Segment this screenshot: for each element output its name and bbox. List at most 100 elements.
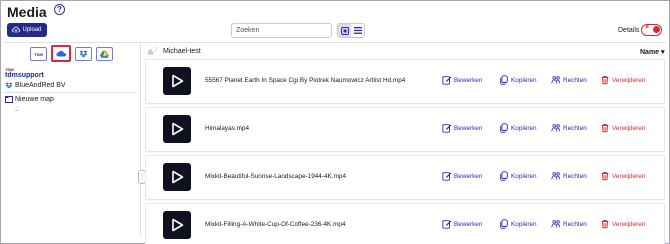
upload-label: Upload (22, 27, 42, 33)
edit-button[interactable]: Bewerken (442, 75, 482, 85)
account-node[interactable]: TDM tdmsupport (5, 67, 44, 79)
storage-providers: TDM (30, 45, 113, 62)
play-icon (171, 218, 183, 232)
delete-button[interactable]: Verwijderen (600, 171, 645, 181)
tdm-logo-icon: TDM (34, 51, 43, 57)
provider-google-drive[interactable] (96, 47, 113, 61)
video-thumbnail[interactable] (163, 163, 191, 191)
google-drive-icon (100, 50, 109, 58)
account-name: tdmsupport (5, 72, 44, 79)
page-title: Media (7, 4, 47, 20)
provider-onedrive[interactable] (51, 45, 71, 62)
file-row[interactable]: Mixkit-Beautiful-Sunrise-Landscape-1944-… (145, 155, 665, 200)
delete-label: Verwijderen (612, 76, 646, 84)
rights-button[interactable]: Rechten (551, 75, 587, 85)
file-list: 55567 Planet Earth In Space Cgi By Piotr… (145, 59, 665, 244)
file-row[interactable]: 55567 Planet Earth In Space Cgi By Piotr… (145, 59, 665, 104)
file-name: Mixkit-Filling-A-White-Cup-Of-Coffee-236… (205, 221, 346, 228)
copy-icon (500, 171, 508, 181)
list-icon (353, 27, 362, 34)
pane-divider (140, 43, 141, 236)
copy-button[interactable]: Kopiëren (499, 123, 537, 133)
search-input[interactable]: Zoeken (231, 23, 332, 38)
cloud-upload-icon (12, 26, 21, 33)
delete-label: Verwijderen (612, 124, 646, 132)
edit-button[interactable]: Bewerken (442, 123, 482, 133)
delete-button[interactable]: Verwijderen (600, 123, 645, 133)
play-icon (171, 170, 183, 184)
video-thumbnail[interactable] (163, 67, 191, 95)
copy-icon (500, 75, 508, 85)
copy-button[interactable]: Kopiëren (499, 75, 537, 85)
edit-icon (442, 172, 452, 181)
folder-name: Nieuwe map (15, 96, 54, 103)
copy-button[interactable]: Kopiëren (499, 171, 537, 181)
rights-button[interactable]: Rechten (551, 171, 587, 181)
rights-label: Rechten (563, 220, 587, 228)
rights-label: Rechten (563, 76, 587, 84)
company-name: BlueAndRed BV (15, 82, 66, 89)
sort-label: Name (640, 49, 660, 56)
file-name: Himalayas.mp4 (205, 125, 250, 132)
users-icon (551, 172, 561, 180)
chevron-down-icon: ▾ (661, 49, 665, 56)
edit-icon (442, 124, 452, 133)
copy-label: Kopiëren (511, 124, 537, 132)
help-icon[interactable]: ? (54, 4, 65, 15)
video-thumbnail[interactable] (163, 115, 191, 143)
delete-label: Verwijderen (612, 172, 646, 180)
users-icon (551, 76, 561, 84)
copy-label: Kopiëren (511, 172, 537, 180)
provider-tdm[interactable]: TDM (30, 47, 47, 61)
edit-label: Bewerken (454, 124, 483, 132)
rights-label: Rechten (563, 124, 587, 132)
edit-button[interactable]: Bewerken (442, 171, 482, 181)
rights-label: Rechten (563, 172, 587, 180)
rights-button[interactable]: Rechten (551, 123, 587, 133)
file-name: 55567 Planet Earth In Space Cgi By Piotr… (205, 77, 406, 84)
video-thumbnail[interactable] (163, 211, 191, 239)
view-toggle[interactable] (337, 23, 365, 38)
trash-icon (601, 76, 609, 85)
grid-view-button[interactable] (338, 24, 351, 37)
trash-icon (601, 220, 609, 229)
grid-icon (340, 26, 349, 35)
play-icon (171, 122, 183, 136)
toggle-knob (653, 26, 660, 33)
folder-node[interactable]: Nieuwe map (5, 96, 54, 103)
copy-icon (500, 123, 508, 133)
folder-icon (5, 96, 13, 103)
upload-button[interactable]: Upload (7, 23, 47, 37)
home-icon[interactable] (147, 48, 154, 55)
edit-icon (442, 76, 452, 85)
rights-button[interactable]: Rechten (551, 219, 587, 229)
provider-dropbox[interactable] (75, 47, 92, 61)
list-view-button[interactable] (351, 24, 364, 37)
delete-button[interactable]: Verwijderen (600, 75, 645, 85)
dropbox-icon (79, 50, 88, 58)
edit-icon (442, 220, 452, 229)
file-row[interactable]: Mixkit-Filling-A-White-Cup-Of-Coffee-236… (145, 203, 665, 244)
file-row[interactable]: Himalayas.mp4 Bewerken Kopiëren Rechten … (145, 107, 665, 152)
copy-icon (500, 219, 508, 229)
details-toggle[interactable]: × (641, 24, 662, 36)
edit-label: Bewerken (454, 220, 483, 228)
copy-label: Kopiëren (511, 220, 537, 228)
breadcrumb-current[interactable]: Michael-test (163, 48, 201, 55)
delete-label: Verwijderen (612, 220, 646, 228)
play-icon (171, 74, 183, 88)
delete-button[interactable]: Verwijderen (600, 219, 645, 229)
parent-folder-link[interactable]: .. (15, 106, 19, 113)
header-divider (4, 42, 666, 43)
users-icon (551, 220, 561, 228)
company-node[interactable]: BlueAndRed BV (5, 82, 66, 89)
copy-label: Kopiëren (511, 76, 537, 84)
edit-button[interactable]: Bewerken (442, 219, 482, 229)
trash-icon (601, 172, 609, 181)
copy-button[interactable]: Kopiëren (499, 219, 537, 229)
onedrive-icon (56, 50, 66, 57)
edit-label: Bewerken (454, 76, 483, 84)
close-icon: × (645, 24, 650, 31)
edit-label: Bewerken (454, 172, 483, 180)
sort-dropdown[interactable]: Name ▾ (640, 48, 665, 56)
